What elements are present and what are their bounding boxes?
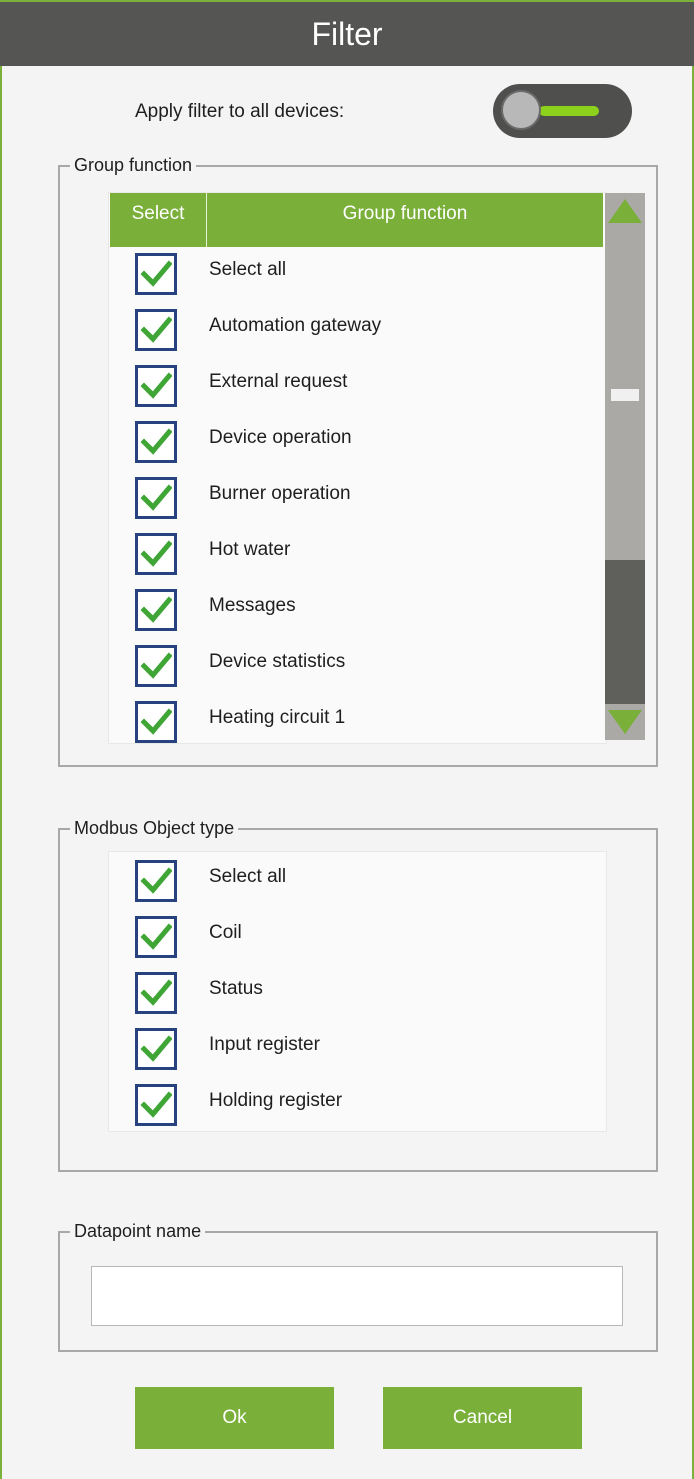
checkmark-icon xyxy=(140,260,172,287)
toggle-track xyxy=(539,106,599,116)
list-item-label: Select all xyxy=(209,259,287,280)
list-item-label: External request xyxy=(209,371,348,392)
checkmark-icon xyxy=(140,652,172,679)
list-item-label: Messages xyxy=(209,595,296,616)
checkmark-icon xyxy=(140,596,172,623)
list-item[interactable]: Automation gateway xyxy=(110,302,603,358)
group-function-legend: Group function xyxy=(74,155,193,175)
dialog-title: Filter xyxy=(311,16,383,52)
scrollbar-thumb[interactable] xyxy=(611,389,639,401)
checkmark-icon xyxy=(140,316,172,343)
checkbox[interactable] xyxy=(135,860,177,902)
list-item-label: Hot water xyxy=(209,539,291,560)
scroll-up-button[interactable] xyxy=(605,193,645,229)
modbus-object-type-legend: Modbus Object type xyxy=(74,818,235,838)
list-item-label: Holding register xyxy=(209,1090,343,1111)
list-item-label: Heating circuit 1 xyxy=(209,707,346,728)
scroll-down-button[interactable] xyxy=(605,704,645,740)
group-function-table-header: Select Group function xyxy=(110,193,603,247)
cancel-button[interactable]: Cancel xyxy=(383,1387,582,1449)
group-function-column-header: Group function xyxy=(342,203,468,224)
checkmark-icon xyxy=(140,708,172,735)
datapoint-name-legend: Datapoint name xyxy=(74,1221,202,1241)
checkmark-icon xyxy=(140,1035,172,1062)
list-item[interactable]: Holding register xyxy=(110,1077,603,1133)
list-item-label: Automation gateway xyxy=(209,315,382,336)
checkmark-icon xyxy=(140,979,172,1006)
list-item[interactable]: Hot water xyxy=(110,526,603,582)
checkbox[interactable] xyxy=(135,365,177,407)
checkmark-icon xyxy=(140,1091,172,1118)
checkbox[interactable] xyxy=(135,972,177,1014)
title-bar: Filter xyxy=(0,0,694,66)
apply-filter-toggle[interactable] xyxy=(493,84,632,138)
scrollbar-lower-track[interactable] xyxy=(605,560,645,705)
checkmark-icon xyxy=(140,923,172,950)
checkbox[interactable] xyxy=(135,589,177,631)
checkbox[interactable] xyxy=(135,253,177,295)
list-item[interactable]: Coil xyxy=(110,909,603,965)
list-item[interactable]: Burner operation xyxy=(110,470,603,526)
list-item-label: Burner operation xyxy=(209,483,351,504)
list-item[interactable]: Status xyxy=(110,965,603,1021)
datapoint-name-input[interactable] xyxy=(91,1266,623,1326)
checkbox[interactable] xyxy=(135,309,177,351)
list-item[interactable]: Device statistics xyxy=(110,638,603,694)
list-item-label: Device operation xyxy=(209,427,352,448)
list-item[interactable]: External request xyxy=(110,358,603,414)
checkbox[interactable] xyxy=(135,645,177,687)
list-item-label: Select all xyxy=(209,866,287,887)
apply-filter-label: Apply filter to all devices: xyxy=(135,101,345,122)
checkbox[interactable] xyxy=(135,1084,177,1126)
select-column-header: Select xyxy=(110,193,207,247)
checkbox[interactable] xyxy=(135,916,177,958)
list-item-label: Device statistics xyxy=(209,651,346,672)
checkbox[interactable] xyxy=(135,477,177,519)
list-item[interactable]: Device operation xyxy=(110,414,603,470)
list-item[interactable]: Select all xyxy=(110,246,603,302)
list-item-label: Input register xyxy=(209,1034,320,1055)
toggle-knob xyxy=(501,90,541,130)
checkbox[interactable] xyxy=(135,1028,177,1070)
list-item[interactable]: Messages xyxy=(110,582,603,638)
checkmark-icon xyxy=(140,484,172,511)
checkbox[interactable] xyxy=(135,533,177,575)
ok-button[interactable]: Ok xyxy=(135,1387,334,1449)
checkbox[interactable] xyxy=(135,421,177,463)
checkmark-icon xyxy=(140,372,172,399)
list-item-label: Status xyxy=(209,978,263,999)
triangle-down-icon xyxy=(608,710,642,734)
checkmark-icon xyxy=(140,867,172,894)
list-item[interactable]: Heating circuit 1 xyxy=(110,694,603,750)
checkbox[interactable] xyxy=(135,701,177,743)
triangle-up-icon xyxy=(608,199,642,223)
list-item[interactable]: Select all xyxy=(110,853,603,909)
checkmark-icon xyxy=(140,540,172,567)
list-item-label: Coil xyxy=(209,922,242,943)
list-item[interactable]: Input register xyxy=(110,1021,603,1077)
checkmark-icon xyxy=(140,428,172,455)
